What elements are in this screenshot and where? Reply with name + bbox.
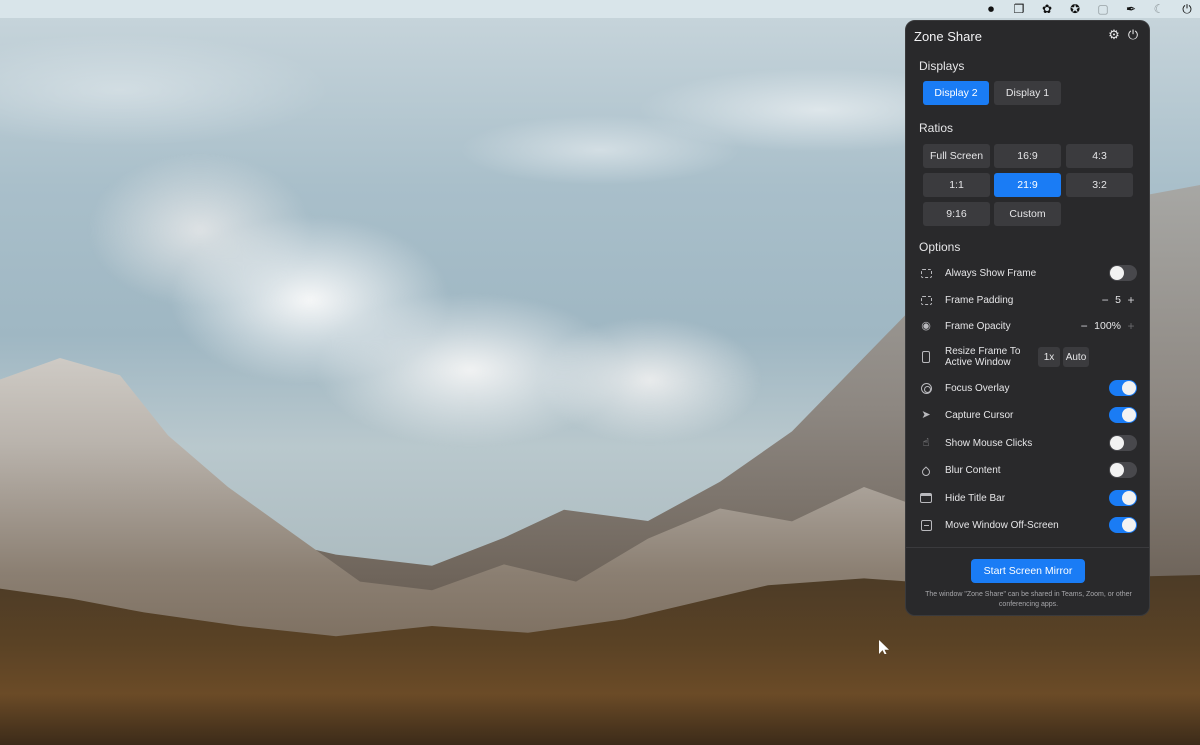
- option-label: Focus Overlay: [945, 382, 1010, 394]
- option-label: Show Mouse Clicks: [945, 437, 1033, 449]
- displays-section-label: Displays: [919, 59, 965, 73]
- blur-content-toggle[interactable]: [1109, 462, 1137, 478]
- settings-gear-icon[interactable]: ⚙: [1106, 28, 1122, 44]
- frame-padding-increment-button[interactable]: +: [1125, 293, 1137, 307]
- wallpaper-cloud: [90, 150, 790, 480]
- option-label: Capture Cursor: [945, 409, 1014, 421]
- record-icon[interactable]: ⏺: [984, 2, 998, 16]
- zone-share-panel: Zone Share ⚙ ⏻ Displays Display 2 Displa…: [905, 20, 1150, 616]
- option-label: Blur Content: [945, 464, 1001, 476]
- share-hint-text: The window "Zone Share" can be shared in…: [925, 591, 1132, 608]
- option-always-show-frame: Always Show Frame: [919, 262, 1137, 284]
- option-focus-overlay: Focus Overlay: [919, 377, 1137, 399]
- title-bar-window-icon: [919, 491, 933, 505]
- power-icon[interactable]: ⏻: [1125, 28, 1141, 44]
- panel-divider: [906, 547, 1149, 548]
- exit-window-icon: [919, 518, 933, 532]
- start-screen-mirror-button[interactable]: Start Screen Mirror: [971, 559, 1085, 583]
- option-label: Move Window Off-Screen: [945, 519, 1059, 531]
- hand-pointer-icon: ☝: [922, 436, 930, 449]
- frame-padding-stepper: − 5 +: [1099, 293, 1137, 307]
- option-label: Resize Frame To Active Window: [945, 346, 1021, 368]
- menu-bar: ⏺ ❐ ✿ ✪ ▢ ✒ ☾ ⏻: [0, 0, 1200, 18]
- panel-header: Zone Share ⚙ ⏻: [906, 21, 1149, 51]
- option-label: Frame Opacity: [945, 320, 1011, 332]
- focus-overlay-toggle[interactable]: [1109, 380, 1137, 396]
- option-hide-title-bar: Hide Title Bar: [919, 487, 1137, 509]
- moon-icon[interactable]: ☾: [1152, 2, 1166, 16]
- ratio-custom-button[interactable]: Custom: [994, 202, 1061, 226]
- option-resize-frame: Resize Frame To Active Window 1x Auto: [919, 344, 1137, 370]
- screens-icon[interactable]: ❐: [1012, 2, 1026, 16]
- focus-target-icon: [919, 381, 933, 395]
- display-1-button[interactable]: Display 1: [994, 81, 1061, 105]
- frame-opacity-value: 100%: [1094, 320, 1121, 332]
- option-show-mouse-clicks: ☝ Show Mouse Clicks: [919, 432, 1137, 454]
- frame-opacity-stepper: − 100% +: [1078, 319, 1137, 333]
- option-label: Frame Padding: [945, 294, 1014, 306]
- power-icon[interactable]: ⏻: [1180, 2, 1194, 16]
- frame-padding-value: 5: [1115, 294, 1121, 306]
- display-2-button[interactable]: Display 2: [923, 81, 989, 105]
- show-mouse-clicks-toggle[interactable]: [1109, 435, 1137, 451]
- option-label: Always Show Frame: [945, 267, 1037, 279]
- pen-icon[interactable]: ✒: [1124, 2, 1138, 16]
- frame-opacity-increment-button[interactable]: +: [1125, 319, 1137, 333]
- option-capture-cursor: ➤ Capture Cursor: [919, 404, 1137, 426]
- ratio-4-3-button[interactable]: 4:3: [1066, 144, 1133, 168]
- ratios-section-label: Ratios: [919, 121, 954, 135]
- padding-frame-icon: [919, 293, 933, 307]
- resize-1x-button[interactable]: 1x: [1038, 347, 1060, 367]
- option-move-window-off-screen: Move Window Off-Screen: [919, 514, 1137, 536]
- resize-auto-button[interactable]: Auto: [1063, 347, 1089, 367]
- droplet-icon: [919, 463, 933, 478]
- ratio-1-1-button[interactable]: 1:1: [923, 173, 990, 197]
- eye-icon: ◉: [921, 319, 931, 332]
- ratio-21-9-button[interactable]: 21:9: [994, 173, 1061, 197]
- move-window-off-screen-toggle[interactable]: [1109, 517, 1137, 533]
- options-section-label: Options: [919, 240, 961, 254]
- ratio-16-9-button[interactable]: 16:9: [994, 144, 1061, 168]
- app-icon[interactable]: ✿: [1040, 2, 1054, 16]
- panel-title: Zone Share: [914, 28, 982, 44]
- option-label: Hide Title Bar: [945, 492, 1006, 504]
- frame-padding-decrement-button[interactable]: −: [1099, 293, 1111, 307]
- hide-title-bar-toggle[interactable]: [1109, 490, 1137, 506]
- window-icon[interactable]: ▢: [1096, 2, 1110, 16]
- option-blur-content: Blur Content: [919, 459, 1137, 481]
- ratio-full-screen-button[interactable]: Full Screen: [923, 144, 990, 168]
- capture-cursor-toggle[interactable]: [1109, 407, 1137, 423]
- aperture-icon[interactable]: ✪: [1068, 2, 1082, 16]
- phone-frame-icon: [919, 350, 933, 364]
- dashed-frame-icon: [919, 266, 933, 280]
- ratio-9-16-button[interactable]: 9:16: [923, 202, 990, 226]
- option-frame-opacity: ◉ Frame Opacity − 100% +: [919, 315, 1137, 337]
- option-frame-padding: Frame Padding − 5 +: [919, 289, 1137, 311]
- frame-opacity-decrement-button[interactable]: −: [1078, 319, 1090, 333]
- cursor-arrow-icon: ➤: [921, 408, 931, 421]
- always-show-frame-toggle[interactable]: [1109, 265, 1137, 281]
- ratio-3-2-button[interactable]: 3:2: [1066, 173, 1133, 197]
